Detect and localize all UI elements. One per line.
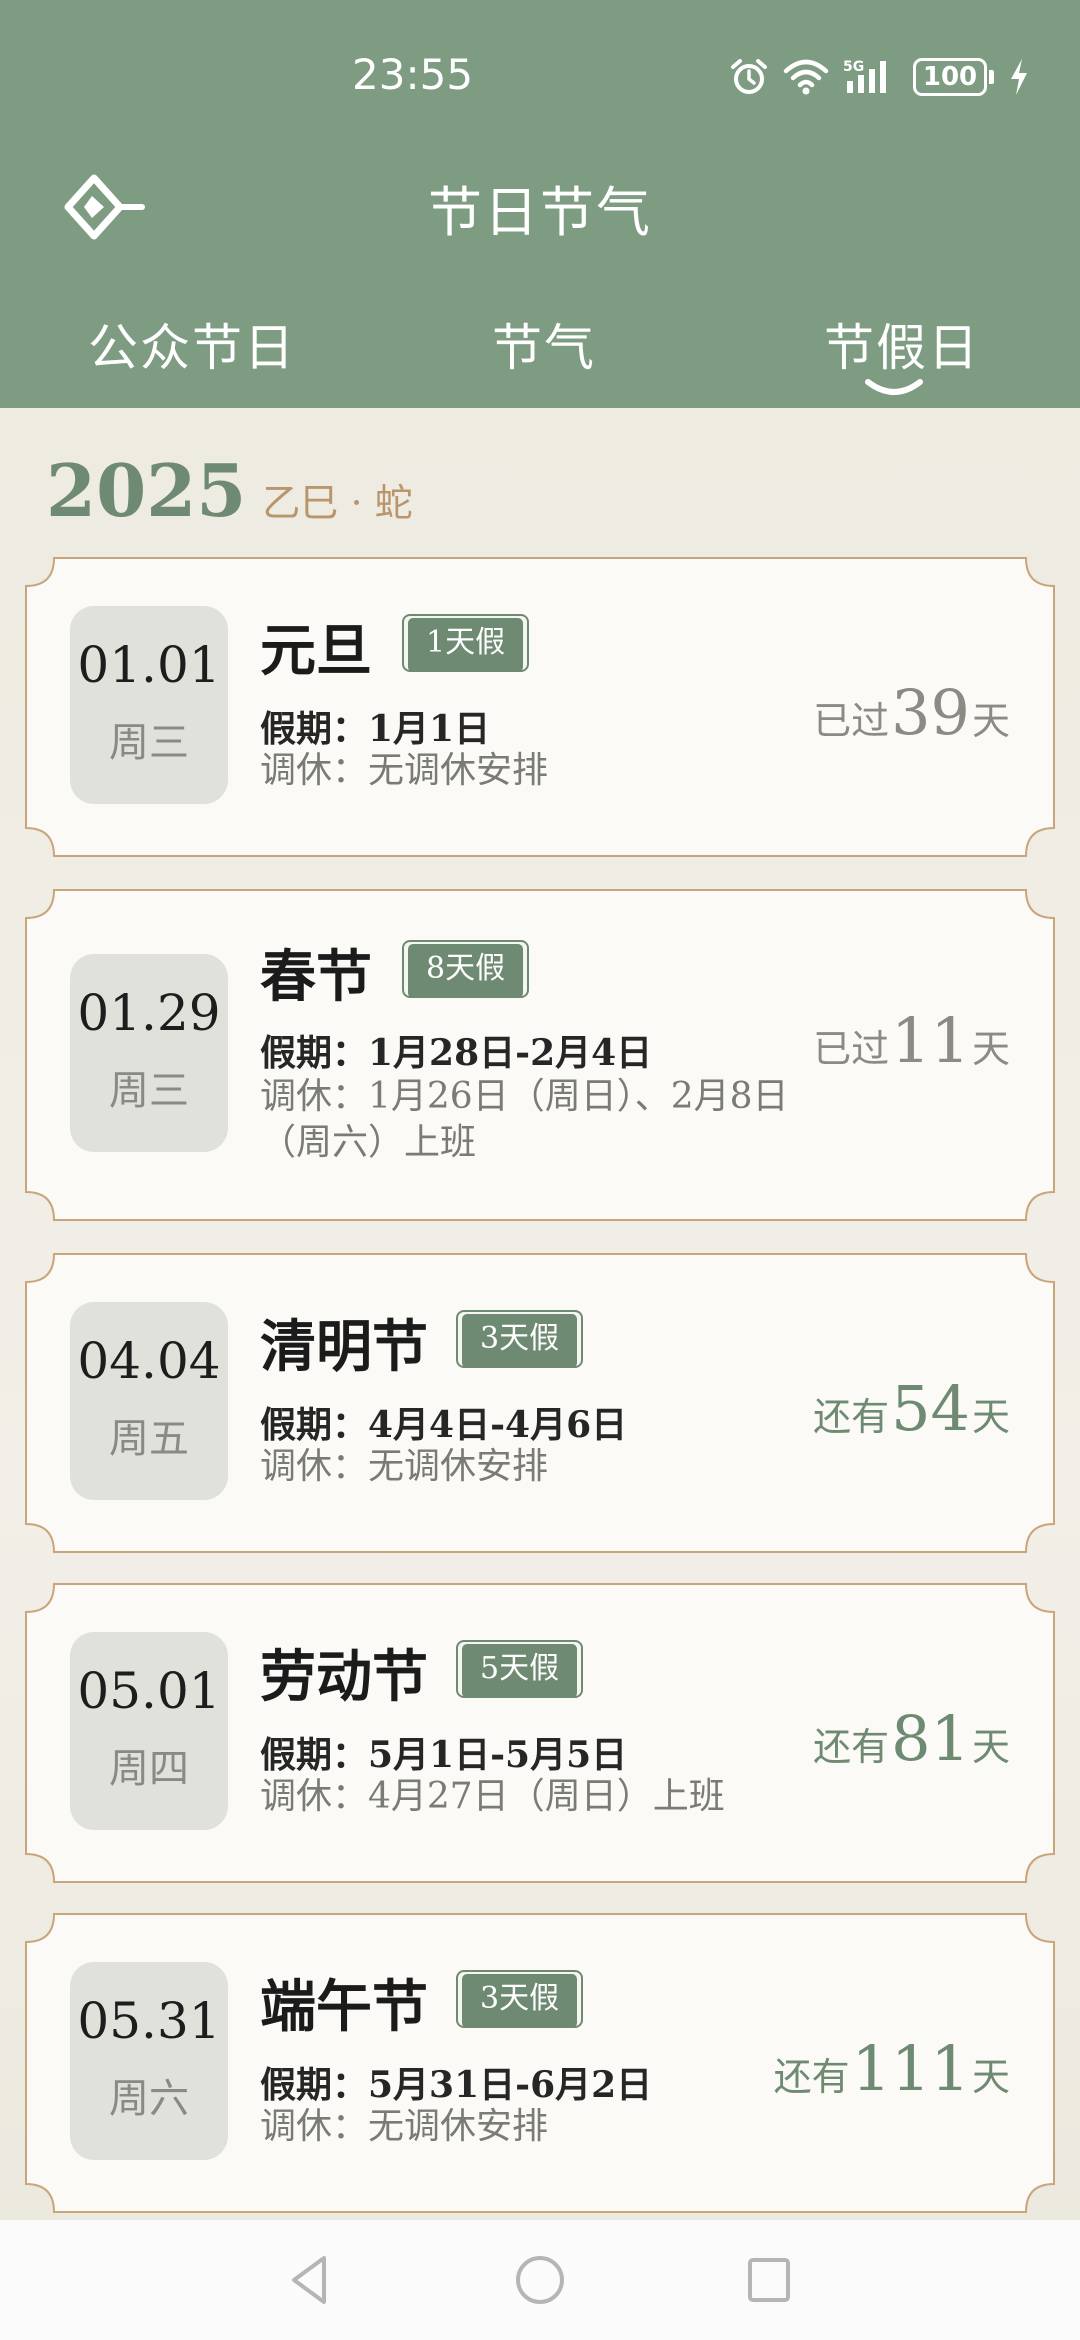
countdown-unit: 天 — [971, 2055, 1010, 2099]
holiday-card[interactable]: 01.29 周三 春节 8天假 假期：1月28日-2月4日 调休：1月26日（周… — [24, 888, 1056, 1222]
days-off-badge: 3天假 — [456, 1310, 584, 1368]
page-title: 节日节气 — [428, 181, 652, 244]
holiday-date: 04.04 — [77, 1332, 221, 1390]
holiday-card[interactable]: 01.01 周三 元旦 1天假 假期：1月1日 调休：无调休安排 已过 39 天 — [24, 556, 1056, 858]
date-box: 01.01 周三 — [70, 606, 228, 804]
days-off-badge: 1天假 — [402, 614, 530, 672]
tab-solar-terms[interactable]: 节气 — [492, 308, 596, 380]
date-box: 04.04 周五 — [70, 1302, 228, 1500]
date-box: 05.31 周六 — [70, 1962, 228, 2160]
days-off-badge: 8天假 — [402, 940, 530, 998]
svg-text:5G: 5G — [843, 59, 864, 75]
tab-holidays[interactable]: 节假日 — [824, 308, 980, 380]
holiday-adjustment: 调休：无调休安排 — [260, 750, 549, 791]
days-off-label: 5天假 — [462, 1644, 578, 1698]
countdown: 还有 54 天 — [813, 1372, 1010, 1445]
status-bar: 23:55 5G 100 — [0, 0, 1080, 150]
cellular-5g-icon: 5G — [843, 59, 886, 93]
tab-public-festivals[interactable]: 公众节日 — [88, 308, 296, 380]
countdown-unit: 天 — [971, 699, 1010, 743]
battery-indicator: 100 — [913, 58, 994, 96]
countdown-days: 81 — [891, 1702, 970, 1775]
status-time: 23:55 — [352, 50, 474, 99]
battery-cap — [989, 70, 994, 84]
holiday-period: 假期：5月1日-5月5日 — [260, 1734, 628, 1776]
countdown-prefix: 已过 — [813, 1027, 890, 1071]
countdown: 还有 111 天 — [774, 2032, 1010, 2105]
days-off-label: 8天假 — [408, 944, 524, 998]
days-off-badge: 3天假 — [456, 1970, 584, 2028]
holiday-period: 假期：1月28日-2月4日 — [260, 1032, 653, 1074]
holiday-name: 元旦 — [260, 618, 372, 684]
countdown-days: 11 — [891, 1004, 970, 1077]
countdown-unit: 天 — [971, 1725, 1010, 1769]
battery-level: 100 — [913, 58, 987, 96]
system-nav-bar — [0, 2220, 1080, 2340]
countdown-prefix: 还有 — [813, 1395, 890, 1439]
holiday-date: 01.01 — [77, 636, 221, 694]
date-box: 05.01 周四 — [70, 1632, 228, 1830]
holiday-adjustment: 调休：无调休安排 — [260, 2106, 549, 2147]
countdown-days: 39 — [891, 676, 970, 749]
days-off-label: 1天假 — [408, 618, 524, 672]
holiday-card[interactable]: 05.01 周四 劳动节 5天假 假期：5月1日-5月5日 调休：4月27日（周… — [24, 1582, 1056, 1884]
year-header: 2025 乙巳 · 蛇 — [46, 448, 413, 533]
holiday-weekday: 周三 — [109, 720, 189, 766]
active-tab-indicator — [865, 379, 923, 395]
countdown: 还有 81 天 — [813, 1702, 1010, 1775]
year-number: 2025 — [46, 448, 247, 533]
holiday-name: 端午节 — [260, 1974, 428, 2040]
holiday-card[interactable]: 04.04 周五 清明节 3天假 假期：4月4日-4月6日 调休：无调休安排 还… — [24, 1252, 1056, 1554]
recents-square-icon[interactable] — [744, 2250, 794, 2310]
holiday-adjustment: 调休：4月27日（周日）上班 — [260, 1776, 725, 1817]
back-triangle-icon[interactable] — [284, 2250, 334, 2310]
countdown: 已过 39 天 — [813, 676, 1010, 749]
holiday-date: 01.29 — [77, 984, 221, 1042]
countdown-prefix: 还有 — [773, 2055, 850, 2099]
days-off-label: 3天假 — [462, 1974, 578, 2028]
holiday-weekday: 周五 — [109, 1416, 189, 1462]
days-off-label: 3天假 — [462, 1314, 578, 1368]
holiday-period: 假期：1月1日 — [260, 708, 491, 750]
status-icons: 5G 100 — [729, 52, 1030, 102]
countdown-days: 54 — [891, 1372, 970, 1445]
wifi-icon — [783, 59, 829, 95]
ganzhi-zodiac: 乙巳 · 蛇 — [262, 481, 413, 525]
days-off-badge: 5天假 — [456, 1640, 584, 1698]
holiday-weekday: 周四 — [109, 1746, 189, 1792]
holiday-name: 春节 — [260, 944, 372, 1010]
date-box: 01.29 周三 — [70, 954, 228, 1152]
tab-bar: 公众节日 节气 节假日 — [0, 300, 1080, 408]
holiday-weekday: 周六 — [109, 2076, 189, 2122]
holiday-list[interactable]: 2025 乙巳 · 蛇 01.01 周三 元旦 1天假 假期：1月1日 调休：无… — [0, 408, 1080, 2220]
holiday-card[interactable]: 05.31 周六 端午节 3天假 假期：5月31日-6月2日 调休：无调休安排 … — [24, 1912, 1056, 2214]
holiday-date: 05.01 — [77, 1662, 221, 1720]
holiday-name: 清明节 — [260, 1314, 428, 1380]
holiday-period: 假期：5月31日-6月2日 — [260, 2064, 653, 2106]
countdown: 已过 11 天 — [813, 1004, 1010, 1077]
countdown-unit: 天 — [971, 1395, 1010, 1439]
countdown-unit: 天 — [971, 1027, 1010, 1071]
holiday-period: 假期：4月4日-4月6日 — [260, 1404, 628, 1446]
holiday-weekday: 周三 — [109, 1068, 189, 1114]
app-header: 23:55 5G 100 节日节气 公众节日 节气 节假日 — [0, 0, 1080, 408]
holiday-name: 劳动节 — [260, 1644, 428, 1710]
countdown-prefix: 还有 — [813, 1725, 890, 1769]
countdown-prefix: 已过 — [813, 699, 890, 743]
holiday-adjustment: 调休：1月26日（周日）、2月8日（周六）上班 — [260, 1076, 789, 1163]
holiday-date: 05.31 — [77, 1992, 221, 2050]
home-circle-icon[interactable] — [512, 2250, 568, 2310]
charging-icon — [1011, 59, 1027, 95]
alarm-icon — [731, 59, 767, 94]
countdown-days: 111 — [851, 2032, 970, 2105]
holiday-adjustment: 调休：无调休安排 — [260, 1446, 549, 1487]
